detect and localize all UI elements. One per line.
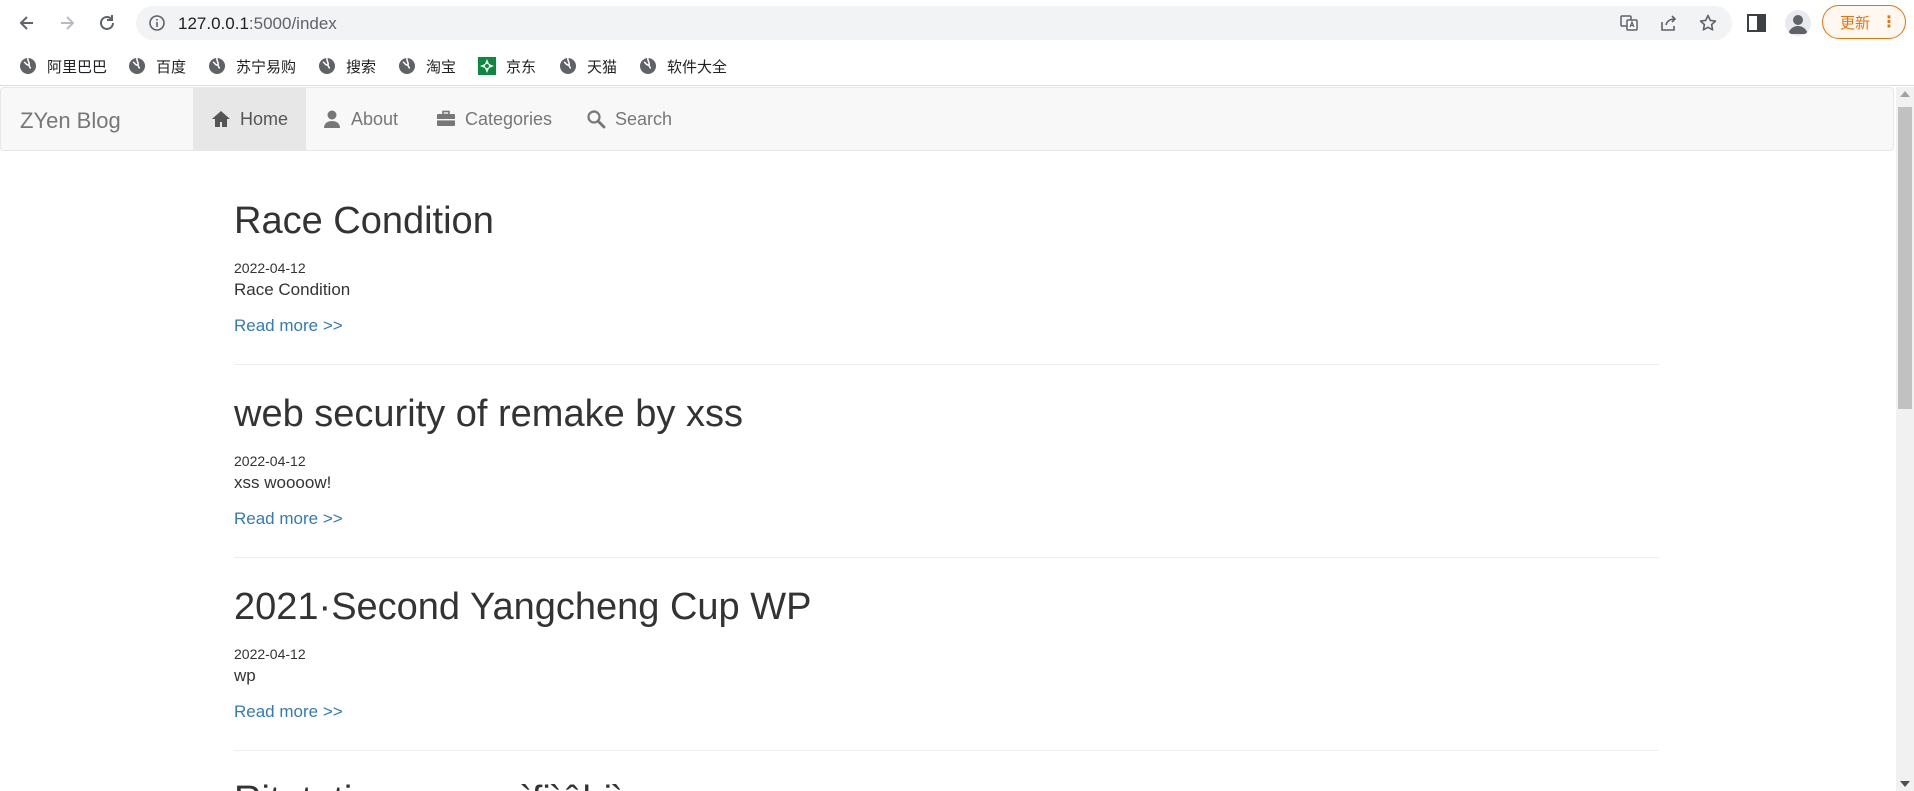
search-icon (587, 110, 606, 129)
user-icon (324, 110, 340, 128)
update-label: 更新 (1840, 13, 1871, 32)
scroll-up-arrow-icon[interactable] (1900, 91, 1910, 97)
globe-icon (399, 57, 415, 74)
bookmark-alibaba[interactable]: 阿里巴巴 (19, 54, 107, 78)
more-menu-icon[interactable]: ⋮ (1881, 13, 1897, 31)
page-viewport: ZYen Blog Home About Categories Search R… (0, 87, 1896, 791)
nav-home-label: Home (240, 108, 289, 129)
bookmark-baidu[interactable]: 百度 (128, 54, 186, 78)
browser-toolbar: 127.0.0.1:5000/index 更新 ⋮ (0, 0, 1914, 46)
post-divider (234, 364, 1659, 365)
read-more-link[interactable]: Read more >> (234, 316, 343, 336)
scroll-thumb[interactable] (1898, 107, 1912, 409)
share-button[interactable] (1659, 13, 1681, 35)
post-title[interactable]: Race Condition (234, 200, 494, 243)
translate-icon (1620, 15, 1638, 31)
nav-search[interactable]: Search (568, 88, 690, 150)
post-summary: Race Condition (234, 280, 351, 299)
home-icon (212, 111, 230, 127)
page-scrollbar[interactable] (1896, 87, 1914, 791)
bookmark-tmall[interactable]: 天猫 (559, 54, 617, 78)
globe-icon (209, 57, 225, 74)
forward-button[interactable] (52, 8, 82, 38)
bookmark-label: 百度 (156, 57, 187, 76)
jd-icon (478, 57, 496, 75)
translate-button[interactable] (1619, 13, 1641, 35)
site-navbar: ZYen Blog Home About Categories Search (0, 87, 1894, 151)
profile-avatar-icon[interactable] (1785, 10, 1811, 36)
back-arrow-icon (19, 16, 33, 30)
read-more-link[interactable]: Read more >> (234, 702, 343, 722)
bookmark-label: 京东 (506, 57, 537, 76)
bookmark-label: 搜索 (346, 57, 377, 76)
post-title[interactable]: 2021·Second Yangcheng Cup WP (234, 586, 811, 629)
url-text[interactable]: 127.0.0.1:5000/index (178, 14, 337, 34)
nav-categories-label: Categories (465, 108, 553, 129)
bookmark-label: 软件大全 (667, 57, 728, 76)
briefcase-icon (437, 110, 455, 126)
post-date: 2022-04-12 (234, 646, 306, 662)
side-panel-icon[interactable] (1746, 12, 1768, 34)
post-title[interactable]: web security of remake by xss (234, 393, 743, 436)
bookmark-star-button[interactable] (1698, 13, 1720, 35)
post-summary: xss woooow! (234, 473, 332, 492)
bookmark-label: 苏宁易购 (236, 57, 297, 76)
globe-icon (560, 57, 576, 74)
site-info-icon[interactable] (148, 14, 166, 32)
bookmark-label: 淘宝 (426, 57, 457, 76)
url-host: 127.0.0.1 (178, 14, 249, 33)
bookmark-jd[interactable]: 京东 (478, 54, 536, 78)
nav-about-label: About (351, 108, 399, 129)
scroll-down-arrow-icon[interactable] (1900, 781, 1910, 787)
brand-link[interactable]: ZYen Blog (20, 108, 121, 134)
globe-icon (319, 57, 335, 74)
forward-arrow-icon (61, 16, 75, 30)
nav-search-label: Search (615, 108, 673, 129)
post-summary: wp (234, 666, 256, 685)
share-icon (1661, 15, 1677, 31)
address-bar[interactable]: 127.0.0.1:5000/index (136, 6, 1732, 40)
post-divider (234, 557, 1659, 558)
post-divider (234, 750, 1659, 751)
bookmark-label: 阿里巴巴 (47, 57, 108, 76)
globe-icon (20, 57, 36, 74)
reload-button[interactable] (92, 8, 122, 38)
bookmark-suning[interactable]: 苏宁易购 (208, 54, 296, 78)
bookmark-software[interactable]: 软件大全 (639, 54, 727, 78)
bookmark-taobao[interactable]: 淘宝 (398, 54, 456, 78)
post-date: 2022-04-12 (234, 260, 306, 276)
bookmarks-bar: 阿里巴巴 百度 苏宁易购 搜索 淘宝 京东 天猫 软件大全 (0, 46, 1914, 86)
globe-icon (640, 57, 656, 74)
bookmark-label: 天猫 (587, 57, 618, 76)
nav-about[interactable]: About (304, 88, 416, 150)
globe-icon (129, 57, 145, 74)
read-more-link[interactable]: Read more >> (234, 509, 343, 529)
reload-icon (100, 15, 114, 30)
bookmark-search[interactable]: 搜索 (318, 54, 376, 78)
nav-categories[interactable]: Categories (418, 88, 570, 150)
update-button[interactable]: 更新 ⋮ (1822, 5, 1906, 39)
post-title[interactable]: Ritotatimoo..ww..ìfiìêbiìe (234, 779, 644, 791)
post-date: 2022-04-12 (234, 453, 306, 469)
nav-home[interactable]: Home (193, 88, 307, 150)
star-icon (1699, 14, 1717, 31)
url-path: :5000/index (248, 14, 337, 33)
back-button[interactable] (12, 8, 42, 38)
